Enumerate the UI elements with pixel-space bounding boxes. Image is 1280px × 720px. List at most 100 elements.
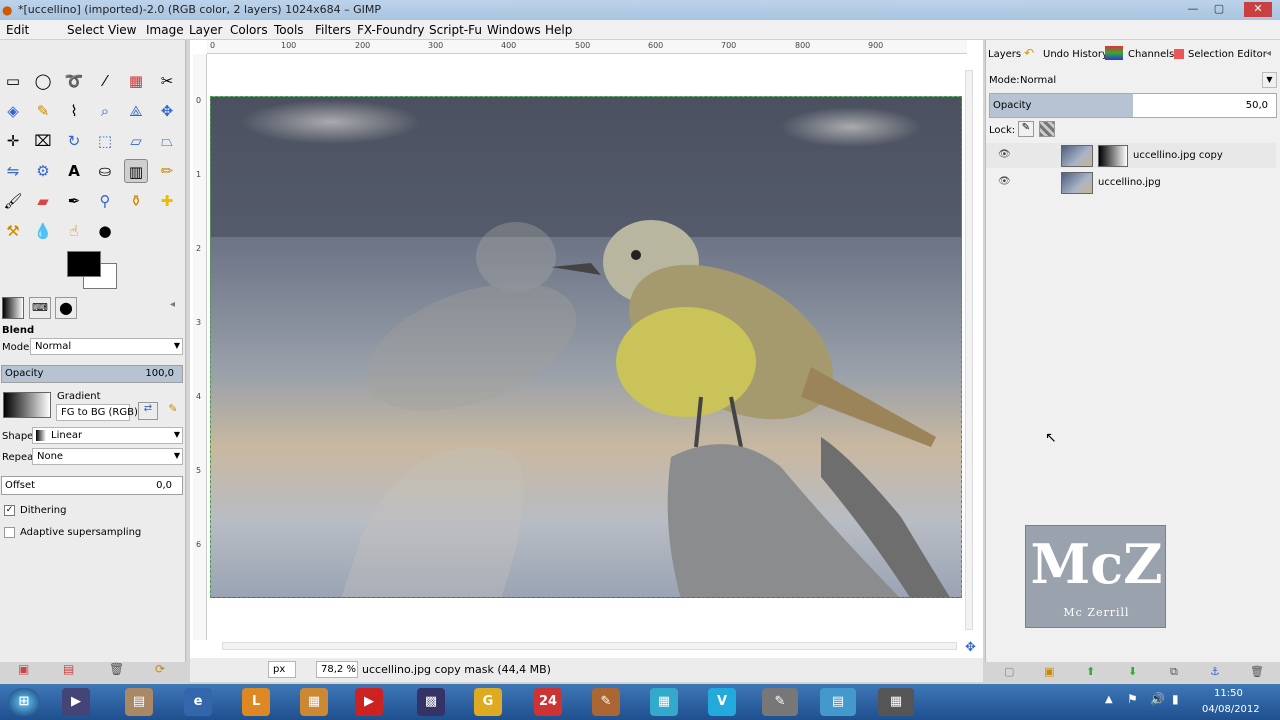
pencil-icon[interactable]: ✏: [155, 159, 179, 183]
dithering-checkbox[interactable]: ✓: [4, 505, 15, 516]
menu-edit[interactable]: Edit: [6, 23, 29, 37]
device-status-tab-icon[interactable]: ⌨: [29, 297, 51, 319]
horizontal-scrollbar[interactable]: [222, 642, 957, 650]
network-signal-icon[interactable]: ▮: [1172, 692, 1179, 706]
layer-mode-value[interactable]: Normal: [1020, 75, 1056, 86]
foreground-color-swatch[interactable]: [67, 251, 101, 277]
dodge-burn-icon[interactable]: ●: [93, 219, 117, 243]
vertical-scrollbar[interactable]: [965, 70, 973, 630]
reverse-gradient-icon[interactable]: ⇄: [138, 402, 158, 420]
flip-icon[interactable]: ⇋: [1, 159, 25, 183]
clock-time[interactable]: 11:50: [1214, 688, 1243, 699]
eraser-icon[interactable]: ▰: [31, 189, 55, 213]
menu-image[interactable]: Image: [146, 23, 184, 37]
calculator-icon[interactable]: ▩: [417, 688, 445, 716]
zoom-icon[interactable]: ⌕: [93, 99, 117, 123]
shape-dropdown[interactable]: Linear ▼: [32, 427, 183, 444]
app-g-icon[interactable]: G: [474, 688, 502, 716]
shear-icon[interactable]: ▱: [124, 129, 148, 153]
image-canvas[interactable]: [210, 96, 962, 598]
eye-icon[interactable]: 👁: [998, 149, 1011, 160]
opacity-slider[interactable]: Opacity 100,0: [1, 365, 183, 383]
calendar-icon[interactable]: 24: [534, 688, 562, 716]
move-icon[interactable]: ✥: [155, 99, 179, 123]
align-icon[interactable]: ✛: [1, 129, 25, 153]
menu-select[interactable]: Select: [67, 23, 104, 37]
fuzzy-select-icon[interactable]: ⁄: [93, 69, 117, 93]
gimp-windows-task-icon[interactable]: ▦: [878, 688, 914, 716]
menu-windows[interactable]: Windows: [487, 23, 541, 37]
volume-icon[interactable]: 🔊: [1150, 692, 1165, 706]
internet-explorer-icon[interactable]: e: [184, 688, 212, 716]
paint-icon[interactable]: ✎: [592, 688, 620, 716]
perspective-icon[interactable]: ⏢: [155, 129, 179, 153]
gimp-task-icon[interactable]: ✎: [762, 688, 798, 716]
minimize-button[interactable]: —: [1184, 2, 1202, 17]
paths-icon[interactable]: ✎: [31, 99, 55, 123]
youtube-icon[interactable]: ▶: [355, 688, 383, 716]
cage-icon[interactable]: ⚙: [31, 159, 55, 183]
menu-colors[interactable]: Colors: [230, 23, 268, 37]
layer-name[interactable]: uccellino.jpg copy: [1133, 150, 1223, 161]
vimeo-icon[interactable]: V: [708, 688, 736, 716]
paintbrush-icon[interactable]: 🖌: [1, 189, 25, 213]
menu-fx-foundry[interactable]: FX-Foundry: [357, 23, 425, 37]
new-layer-icon[interactable]: ▢: [1004, 665, 1014, 678]
unit-dropdown[interactable]: px: [268, 661, 296, 678]
menu-layer[interactable]: Layer: [189, 23, 222, 37]
reset-options-icon[interactable]: ⟳: [155, 662, 165, 676]
tray-flag-icon[interactable]: ⚑: [1127, 692, 1138, 706]
raise-layer-icon[interactable]: ⬆: [1086, 665, 1095, 678]
perspective-clone-icon[interactable]: ⚒: [1, 219, 25, 243]
duplicate-layer-icon[interactable]: ⧉: [1170, 665, 1178, 679]
chevron-down-icon[interactable]: ▼: [1262, 72, 1277, 88]
adaptive-supersampling-checkbox[interactable]: [4, 527, 15, 538]
tab-layers[interactable]: Layers: [988, 46, 1021, 64]
maximize-button[interactable]: ▢: [1210, 2, 1228, 17]
clone-icon[interactable]: ⚱: [124, 189, 148, 213]
crop-icon[interactable]: ⌧: [31, 129, 55, 153]
layer-mask-thumbnail[interactable]: [1098, 145, 1128, 167]
color-picker-icon[interactable]: ⌇: [62, 99, 86, 123]
layer-row[interactable]: 👁 uccellino.jpg copy: [986, 143, 1276, 168]
lock-alpha-icon[interactable]: [1039, 121, 1055, 137]
menu-filters[interactable]: Filters: [315, 23, 351, 37]
ink-icon[interactable]: ⚲: [93, 189, 117, 213]
rect-select-icon[interactable]: ▭: [1, 69, 25, 93]
network-icon[interactable]: ▦: [650, 688, 678, 716]
delete-layer-icon[interactable]: 🗑: [1250, 665, 1264, 678]
layer-opacity-slider[interactable]: Opacity 50,0: [989, 93, 1277, 118]
mode-dropdown[interactable]: Normal ▼: [30, 338, 183, 355]
scale-icon[interactable]: ⬚: [93, 129, 117, 153]
close-button[interactable]: ✕: [1244, 2, 1272, 17]
lock-pixels-icon[interactable]: ✎: [1018, 121, 1034, 137]
clock-date[interactable]: 04/08/2012: [1202, 704, 1260, 715]
gradient-name-field[interactable]: FG to BG (RGB): [56, 404, 138, 421]
tab-selection-editor[interactable]: Selection Editor: [1188, 46, 1267, 64]
blur-icon[interactable]: 💧: [31, 219, 55, 243]
start-button[interactable]: ⊞: [8, 688, 40, 716]
tool-options-tab-icon[interactable]: [2, 297, 24, 319]
configure-tab-icon[interactable]: ◂: [170, 299, 175, 310]
lasso-icon[interactable]: ➰: [62, 69, 86, 93]
eye-icon[interactable]: 👁: [998, 176, 1011, 187]
tray-expand-icon[interactable]: ▲: [1105, 694, 1113, 705]
bucket-fill-icon[interactable]: ⛀: [93, 159, 117, 183]
notepad-task-icon[interactable]: ▤: [820, 688, 856, 716]
smudge-icon[interactable]: ☝: [62, 219, 86, 243]
scissors-icon[interactable]: ✂: [155, 69, 179, 93]
media-player-icon[interactable]: ▶: [62, 688, 90, 716]
save-options-icon[interactable]: ▣: [18, 662, 29, 676]
ellipse-select-icon[interactable]: ◯: [31, 69, 55, 93]
brush-tab-icon[interactable]: ●: [55, 297, 77, 319]
app-folder-icon[interactable]: ▦: [300, 688, 328, 716]
menu-view[interactable]: View: [108, 23, 136, 37]
app-l-icon[interactable]: L: [242, 688, 270, 716]
new-layer-group-icon[interactable]: ▣: [1044, 665, 1054, 678]
measure-icon[interactable]: ⟁: [124, 99, 148, 123]
layer-row[interactable]: 👁 uccellino.jpg: [986, 170, 1276, 195]
delete-options-icon[interactable]: 🗑: [109, 662, 124, 676]
airbrush-icon[interactable]: ✒: [62, 189, 86, 213]
configure-tab-icon[interactable]: ◂: [1266, 48, 1271, 59]
lower-layer-icon[interactable]: ⬇: [1128, 665, 1137, 678]
